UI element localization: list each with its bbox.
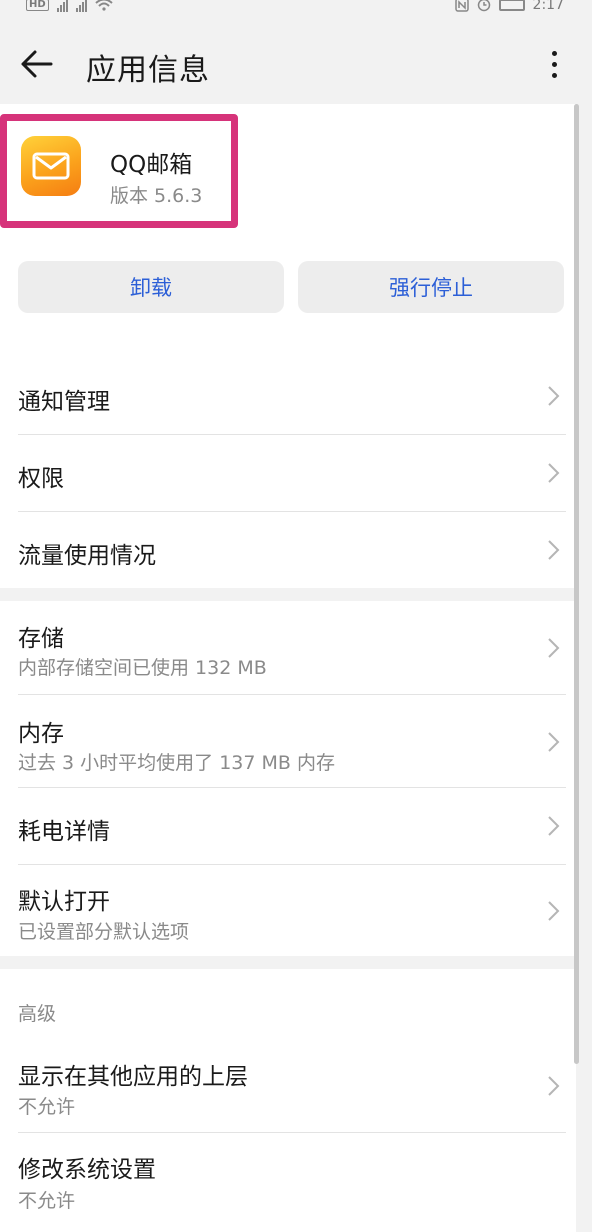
- list-item-title: 流量使用情况: [18, 543, 156, 569]
- nfc-icon: [454, 0, 469, 12]
- list-item-title: 显示在其他应用的上层: [18, 1064, 248, 1090]
- list-item-data-usage[interactable]: 流量使用情况: [0, 511, 576, 588]
- hd-badge: HD: [26, 0, 49, 11]
- list-item-storage[interactable]: 存储 内部存储空间已使用 132 MB: [0, 601, 576, 694]
- more-options-button[interactable]: [538, 44, 570, 84]
- chevron-right-icon: [548, 732, 560, 752]
- chevron-right-icon: [548, 901, 560, 921]
- list-item-title: 修改系统设置: [18, 1157, 156, 1183]
- content-panel: QQ邮箱 版本 5.6.3 卸载 强行停止 通知管理 权限 流量使用情况 存储 …: [0, 104, 576, 1232]
- list-item-permissions[interactable]: 权限: [0, 434, 576, 511]
- arrow-left-icon: [21, 50, 53, 78]
- uninstall-button[interactable]: 卸载: [18, 261, 284, 313]
- signal-icon: [56, 0, 68, 12]
- app-version: 版本 5.6.3: [110, 185, 203, 207]
- qq-mail-app-icon: [21, 136, 81, 196]
- section-gap: [0, 588, 576, 601]
- status-bar: HD 2:17: [0, 0, 592, 18]
- list-item-subtitle: 不允许: [18, 1190, 76, 1212]
- alarm-icon: [477, 0, 490, 12]
- list-item-title: 内存: [18, 721, 64, 747]
- section-gap: [0, 956, 576, 969]
- list-item-title: 耗电详情: [18, 819, 110, 845]
- list-item-subtitle: 内部存储空间已使用 132 MB: [18, 657, 267, 679]
- list-item-subtitle: 已设置部分默认选项: [18, 921, 190, 943]
- signal-icon-2: [75, 0, 87, 12]
- action-buttons: 卸载 强行停止: [18, 261, 566, 313]
- list-item-modify-system-settings[interactable]: 修改系统设置 不允许: [0, 1132, 576, 1232]
- list-item-battery[interactable]: 耗电详情: [0, 787, 576, 864]
- scrollbar[interactable]: [574, 104, 579, 1064]
- battery-icon: [498, 0, 525, 11]
- app-name: QQ邮箱: [110, 152, 193, 178]
- list-item-subtitle: 过去 3 小时平均使用了 137 MB 内存: [18, 752, 335, 774]
- list-item-subtitle: 不允许: [18, 1096, 76, 1118]
- list-item-title: 通知管理: [18, 389, 110, 415]
- chevron-right-icon: [548, 386, 560, 406]
- envelope-icon: [32, 152, 70, 180]
- app-bar: 应用信息: [0, 18, 592, 104]
- list-item-memory[interactable]: 内存 过去 3 小时平均使用了 137 MB 内存: [0, 694, 576, 787]
- chevron-right-icon: [548, 816, 560, 836]
- status-left: HD: [26, 0, 113, 12]
- status-time: 2:17: [532, 0, 564, 13]
- more-dot: [551, 50, 557, 56]
- wifi-icon: [95, 0, 113, 11]
- page-title: 应用信息: [86, 53, 210, 88]
- list-item-notification[interactable]: 通知管理: [0, 356, 576, 434]
- list-item-open-by-default[interactable]: 默认打开 已设置部分默认选项: [0, 864, 576, 956]
- list-item-title: 默认打开: [18, 889, 110, 915]
- more-dot: [551, 61, 557, 67]
- list-item-overlay[interactable]: 显示在其他应用的上层 不允许: [0, 1039, 576, 1132]
- chevron-right-icon: [548, 463, 560, 483]
- chevron-right-icon: [548, 1076, 560, 1096]
- back-button[interactable]: [16, 44, 56, 84]
- chevron-right-icon: [548, 540, 560, 560]
- list-item-title: 存储: [18, 626, 64, 652]
- app-header-highlight: QQ邮箱 版本 5.6.3: [0, 114, 238, 228]
- force-stop-button[interactable]: 强行停止: [298, 261, 564, 313]
- list-item-title: 权限: [18, 466, 64, 492]
- chevron-right-icon: [548, 638, 560, 658]
- status-right: 2:17: [454, 0, 564, 13]
- section-label-advanced: 高级: [18, 1003, 57, 1025]
- more-dot: [551, 72, 557, 78]
